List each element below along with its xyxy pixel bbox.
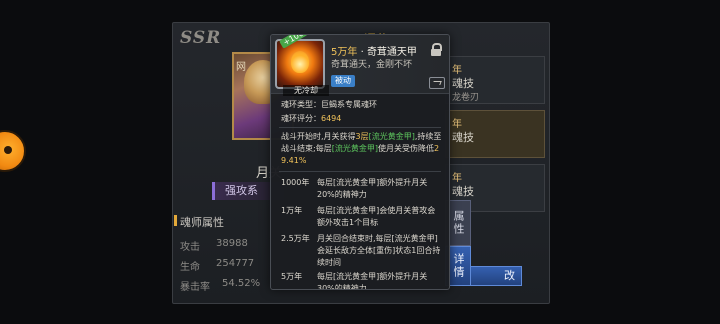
tier-text-50000: 每层[流光黄金甲]额外提升月关30%的精神力 — [317, 272, 428, 290]
tier-text-1000: 每层[流光黄金甲]额外提升月关20%的精神力 — [317, 178, 428, 199]
ring-type-label: 魂环类型： — [281, 100, 321, 109]
ring-type-line: 魂环类型：巨蝎系专属魂环 — [281, 99, 377, 111]
ring-level-badge: +100 — [279, 35, 308, 49]
portrait-corner-label: 网 — [236, 62, 246, 73]
desc-line-1: 战斗开始时,月关获得3层[流光黄金甲],持续至 — [281, 131, 441, 143]
card-age: 年 — [452, 119, 462, 130]
card-age: 年 — [452, 65, 462, 76]
passive-tag: 被动 — [331, 75, 355, 87]
attr-value-crit: 54.52% — [222, 278, 261, 289]
attr-label-hp: 生命 — [180, 262, 200, 273]
desc-line-3: 9.41% — [281, 155, 306, 167]
desc-text: ,持续至 — [414, 132, 442, 141]
desc-highlight: 3层 — [355, 132, 369, 141]
card-title: 魂技 — [452, 185, 474, 198]
tier-year-10000: 1万年 — [281, 206, 303, 215]
tier-text-10000: 每层[流光黄金甲]会使月关普攻会额外攻击1个目标 — [317, 206, 436, 227]
attr-value-hp: 254777 — [216, 258, 255, 269]
ring-title: 5万年 · 奇茸通天甲 — [331, 43, 417, 58]
flame-icon — [291, 51, 309, 73]
divider — [279, 171, 441, 172]
desc-text: 战斗结束;每层 — [281, 144, 332, 153]
ring-score-line: 魂环评分：6494 — [281, 113, 341, 125]
ring-score-label: 魂环评分： — [281, 114, 321, 123]
card-title: 魂技 — [452, 131, 474, 144]
rarity-label: SSR — [180, 28, 222, 48]
soul-skill-card-2[interactable]: 年 魂技 — [445, 110, 545, 158]
desc-line-2: 战斗结束;每层[流光黄金甲]使月关受伤降低2 — [281, 143, 439, 155]
attribute-section-title: 魂师属性 — [174, 215, 224, 229]
card-title: 魂技 — [452, 77, 474, 90]
card-age: 年 — [452, 173, 462, 184]
floating-assistant-icon[interactable] — [0, 130, 26, 172]
modify-button[interactable]: 改 — [470, 266, 522, 286]
attr-value-attack: 38988 — [216, 238, 248, 249]
desc-text: 战斗开始时,月关获得 — [281, 132, 356, 141]
soul-ring-icon: +100 无冷却 — [275, 35, 329, 96]
soul-ring-tooltip: +100 无冷却 5万年 · 奇茸通天甲 奇茸通天，金刚不坏 被动 魂环类型：巨… — [270, 34, 450, 290]
tier-year-50000: 5万年 — [281, 272, 303, 281]
ring-score-value: 6494 — [321, 114, 342, 123]
soul-skill-card-1[interactable]: 年 魂技 龙卷刃 — [445, 56, 545, 104]
tier-year-25000: 2.5万年 — [281, 234, 310, 243]
ring-subtitle: 奇茸通天，金刚不坏 — [331, 60, 413, 70]
tier-text-25000: 月关回合结束时,每层[流光黄金甲]会延长敌方全体[重伤]状态1回合持续时间 — [317, 234, 441, 267]
desc-highlight: 2 — [433, 144, 440, 153]
tier-year-1000: 1000年 — [281, 178, 310, 187]
desc-buff: [流光黄金甲] — [331, 144, 378, 153]
desc-text: 使月关受伤降低 — [377, 144, 434, 153]
desc-buff: [流光黄金甲] — [368, 132, 415, 141]
desc-highlight: 9.41% — [281, 156, 307, 165]
attr-label-crit: 暴击率 — [180, 282, 210, 293]
ring-type-value: 巨蝎系专属魂环 — [321, 100, 377, 109]
lock-icon[interactable] — [431, 43, 442, 56]
divider — [279, 127, 441, 128]
attr-label-attack: 攻击 — [180, 242, 200, 253]
card-skill-name: 龙卷刃 — [452, 93, 480, 103]
cooldown-label: 无冷却 — [283, 85, 329, 96]
share-icon[interactable] — [429, 77, 445, 89]
tooltip-header: +100 无冷却 5万年 · 奇茸通天甲 奇茸通天，金刚不坏 被动 — [271, 35, 449, 96]
